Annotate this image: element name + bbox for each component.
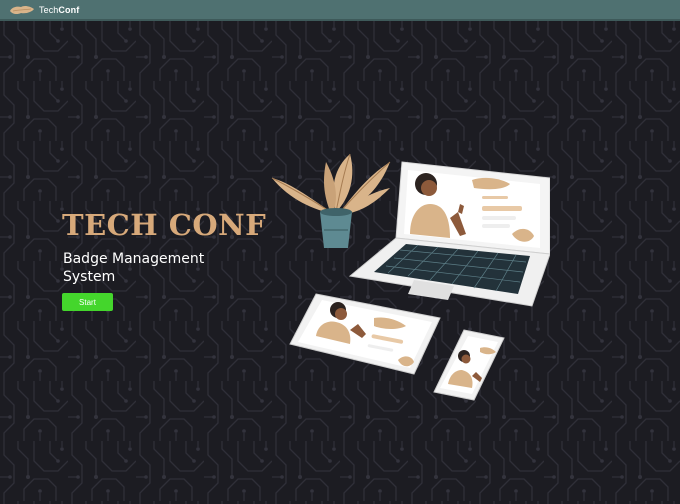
laptop-icon [348,161,550,307]
plant-icon [271,153,391,248]
hero-subtitle: Badge Management System [63,251,205,285]
tablet-icon [289,293,441,375]
phone-icon [433,329,505,401]
brand-logo-icon[interactable] [9,4,35,16]
hero-title: TECH CONF [62,208,267,242]
video-conference-illustration [271,153,550,401]
brand-name[interactable]: TechConf [39,5,79,15]
start-button[interactable]: Start [62,293,113,311]
brand-name-light: Tech [39,4,59,15]
navbar: TechConf [0,0,680,21]
brand-name-bold: Conf [58,4,80,15]
